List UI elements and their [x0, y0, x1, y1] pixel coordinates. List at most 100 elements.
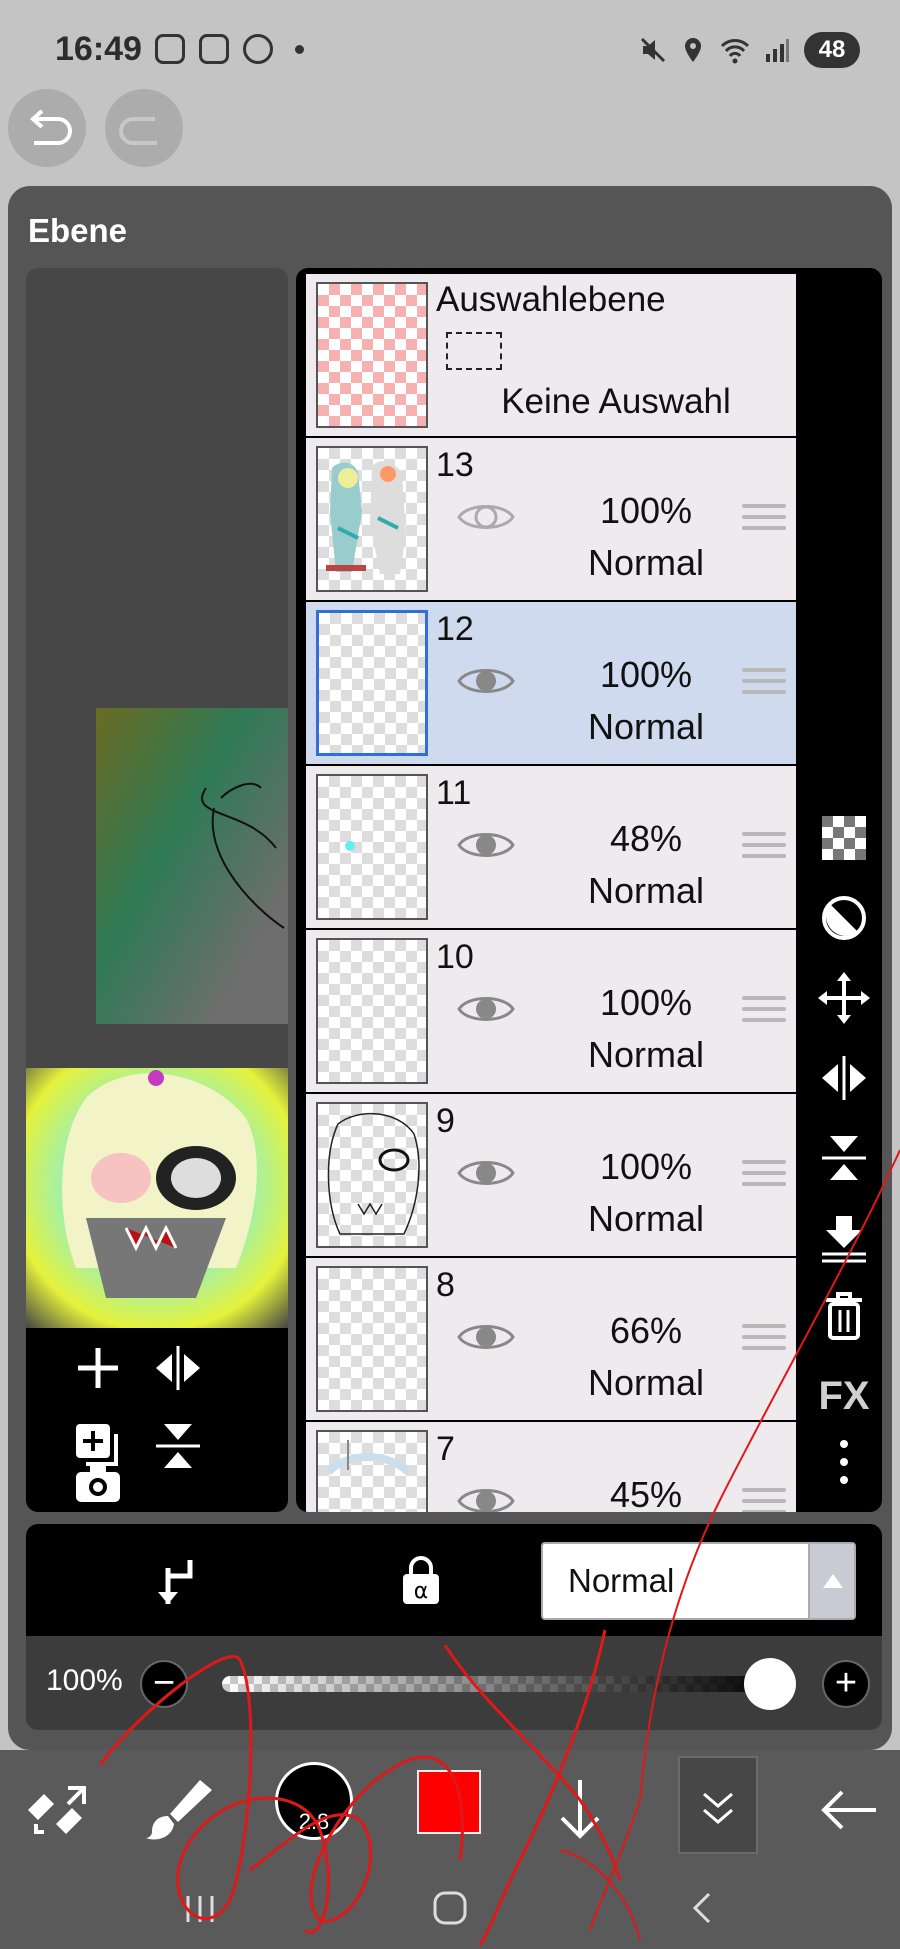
opacity-slider-knob[interactable] [744, 1658, 796, 1710]
flip-vertical-button[interactable] [150, 1418, 206, 1474]
layer-thumbnail [316, 774, 428, 920]
flip-layer-vertical-button[interactable] [814, 1128, 874, 1188]
visibility-eye-icon[interactable] [456, 662, 516, 700]
layer-row-10[interactable]: 10 100% Normal [306, 930, 796, 1092]
tool-switch-button[interactable] [18, 1770, 98, 1850]
layer-opacity: 100% [599, 490, 693, 531]
selection-layer-row[interactable]: Auswahlebene Keine Auswahl [306, 274, 796, 436]
layer-number: 13 [436, 446, 474, 484]
layer-options-bar: α Normal [26, 1524, 882, 1636]
layer-opacity: 100% [599, 982, 693, 1023]
layer-blend-mode: Normal [587, 1034, 704, 1075]
recents-icon [186, 1896, 214, 1922]
screenshot-icon [155, 34, 185, 64]
selection-status: Keine Auswahl [501, 382, 731, 421]
layer-thumbnail [316, 610, 428, 756]
layer-row-11[interactable]: 11 48% Normal [306, 766, 796, 928]
status-bar: 16:49 48 [0, 0, 900, 100]
clipping-mask-button[interactable] [146, 1550, 206, 1610]
home-button[interactable] [420, 1884, 480, 1934]
back-arrow-button[interactable] [810, 1770, 890, 1850]
visibility-eye-icon[interactable] [456, 826, 516, 864]
redo-button[interactable] [105, 89, 183, 167]
merge-down-button[interactable] [814, 1208, 874, 1268]
color-picker-button[interactable] [417, 1770, 481, 1834]
layer-blend-mode: Normal [587, 870, 704, 911]
tool-switch-icon [28, 1786, 86, 1834]
move-button[interactable] [814, 968, 874, 1028]
recent-apps-button[interactable] [170, 1884, 230, 1934]
layer-side-tools: FX [806, 268, 882, 1512]
transparency-button[interactable] [814, 808, 874, 868]
visibility-eye-icon[interactable] [456, 1318, 516, 1356]
canvas-preview[interactable] [26, 268, 288, 1512]
opacity-value: 100% [46, 1664, 123, 1697]
more-options-button[interactable] [814, 1432, 874, 1492]
layer-panel-toggle[interactable] [678, 1756, 758, 1854]
layer-thumbnail [316, 938, 428, 1084]
drag-handle-icon[interactable] [742, 996, 786, 1030]
layer-blend-mode: Normal [587, 706, 704, 747]
double-chevron-down-icon [703, 1792, 733, 1824]
status-time: 16:49 [55, 30, 142, 68]
layer-row-13[interactable]: 13 100% Normal [306, 438, 796, 600]
opacity-decrease-button[interactable]: − [140, 1660, 188, 1708]
drag-handle-icon[interactable] [742, 1488, 786, 1512]
layer-list[interactable]: Auswahlebene Keine Auswahl 13 100% Norma… [296, 268, 806, 1512]
add-layer-button[interactable] [70, 1340, 126, 1396]
clipping-button[interactable] [814, 888, 874, 948]
drag-handle-icon[interactable] [742, 1160, 786, 1194]
drag-handle-icon[interactable] [742, 1324, 786, 1358]
system-back-button[interactable] [673, 1884, 733, 1934]
svg-text:α: α [414, 1579, 429, 1604]
brush-size-button[interactable]: 2.8 [275, 1762, 353, 1840]
active-layer-thumbnail [26, 1068, 288, 1328]
flip-layer-horizontal-button[interactable] [814, 1048, 874, 1108]
drag-handle-icon[interactable] [742, 832, 786, 866]
layer-opacity: 45% [609, 1474, 683, 1512]
brush-icon [146, 1780, 212, 1840]
visibility-eye-icon[interactable] [456, 1482, 516, 1512]
layer-down-button[interactable] [540, 1770, 620, 1850]
delete-layer-button[interactable] [814, 1286, 874, 1346]
drag-handle-icon[interactable] [742, 504, 786, 538]
wifi-icon [720, 39, 750, 64]
brush-size-value: 2.8 [298, 1809, 330, 1834]
undo-icon [29, 109, 72, 145]
instagram-icon [199, 34, 229, 64]
layer-row-9[interactable]: 9 100% Normal [306, 1094, 796, 1256]
flip-horizontal-button[interactable] [150, 1340, 206, 1396]
layer-number: 12 [436, 610, 474, 648]
visibility-eye-icon[interactable] [456, 990, 516, 1028]
visibility-eye-icon[interactable] [456, 498, 516, 536]
layer-opacity: 100% [599, 1146, 693, 1187]
dropdown-arrow-icon[interactable] [808, 1544, 854, 1618]
drag-handle-icon[interactable] [742, 668, 786, 702]
arrow-down-icon [560, 1780, 600, 1839]
lock-alpha-button[interactable]: α [391, 1550, 451, 1610]
merge-down-icon [822, 1216, 866, 1263]
layer-row-8[interactable]: 8 66% Normal [306, 1258, 796, 1420]
layer-blend-mode: Normal [587, 542, 704, 583]
more-vertical-icon [840, 1440, 848, 1484]
blend-mode-dropdown[interactable]: Normal [541, 1542, 856, 1620]
layer-blend-mode: Normal [587, 1198, 704, 1239]
preview-tools [26, 1328, 288, 1512]
signal-icon [766, 39, 789, 62]
flip-vertical-icon [156, 1424, 200, 1468]
camera-import-button[interactable] [70, 1452, 126, 1508]
move-arrows-icon [818, 972, 870, 1024]
brush-tool-button[interactable] [140, 1770, 220, 1850]
half-circle-icon [822, 896, 866, 940]
fx-button[interactable]: FX [814, 1366, 874, 1426]
battery-indicator: 48 [804, 32, 860, 68]
chevron-left-icon [692, 1892, 711, 1924]
layer-row-7[interactable]: 7 45% [306, 1422, 796, 1512]
opacity-increase-button[interactable]: + [822, 1660, 870, 1708]
layer-number: 8 [436, 1266, 455, 1304]
opacity-slider-track[interactable] [222, 1676, 782, 1692]
mute-icon [640, 37, 666, 63]
undo-button[interactable] [8, 89, 86, 167]
layer-row-12[interactable]: 12 100% Normal [306, 602, 796, 764]
visibility-eye-icon[interactable] [456, 1154, 516, 1192]
